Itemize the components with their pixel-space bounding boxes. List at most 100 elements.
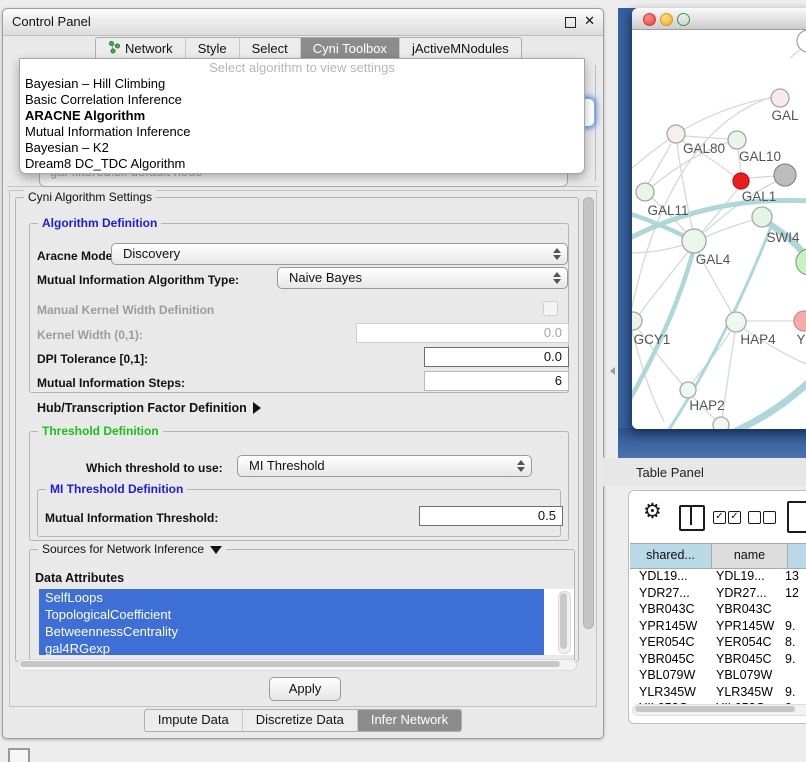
- settings-vertical-scrollbar[interactable]: [581, 195, 594, 663]
- dropdown-item[interactable]: ARACNE Algorithm: [20, 108, 584, 124]
- list-vertical-scrollbar[interactable]: [558, 591, 571, 654]
- stepper-icon: [552, 247, 560, 261]
- hub-definition-expander[interactable]: Hub/Transcription Factor Definition: [37, 401, 261, 415]
- gear-icon[interactable]: ⚙: [643, 499, 662, 524]
- tab-select[interactable]: Select: [239, 38, 300, 60]
- dropdown-item[interactable]: Basic Correlation Inference: [20, 92, 584, 108]
- tab-cyni-toolbox[interactable]: Cyni Toolbox: [300, 38, 399, 60]
- network-edge[interactable]: [639, 252, 688, 315]
- zoom-traffic-light-icon[interactable]: [677, 13, 690, 26]
- network-node-gal1[interactable]: [733, 173, 749, 189]
- network-node[interactable]: [797, 30, 806, 52]
- dropdown-item[interactable]: Bayesian – Hill Climbing: [20, 76, 584, 92]
- document-icon[interactable]: [787, 501, 806, 533]
- network-node[interactable]: [774, 164, 796, 186]
- aracne-mode-select[interactable]: Discovery: [111, 243, 568, 265]
- unchecked-checkbox-icon[interactable]: [763, 511, 776, 524]
- column-header-name[interactable]: name: [712, 544, 788, 568]
- network-edge[interactable]: [749, 176, 775, 178]
- tab-network[interactable]: Network: [96, 38, 185, 60]
- table-row[interactable]: YER054CYER054C8.: [630, 634, 806, 651]
- table-cell: [782, 667, 806, 684]
- tab-impute-data[interactable]: Impute Data: [145, 710, 242, 731]
- tab-discretize-data[interactable]: Discretize Data: [242, 710, 357, 731]
- which-threshold-select[interactable]: MI Threshold: [237, 455, 532, 477]
- dropdown-item[interactable]: Bayesian – K2: [20, 140, 584, 156]
- group-title: Cyni Algorithm Settings: [24, 190, 156, 204]
- column-header-shared-name[interactable]: shared...: [630, 544, 712, 568]
- dropdown-item[interactable]: Dream8 DC_TDC Algorithm: [20, 156, 584, 172]
- network-canvas[interactable]: GALGAL80GAL10GAL1SWI4GAL11GAL4GCY1HAP4YH…: [632, 30, 806, 429]
- data-attributes-list[interactable]: SelfLoopsTopologicalCoefficientBetweenne…: [39, 589, 574, 655]
- stepper-icon: [552, 271, 560, 285]
- column-header-clipped[interactable]: [788, 544, 806, 568]
- manual-kernel-checkbox[interactable]: [543, 301, 558, 316]
- manual-kernel-label: Manual Kernel Width Definition: [37, 303, 214, 317]
- network-node-gal[interactable]: [771, 89, 789, 107]
- minimize-traffic-light-icon[interactable]: [660, 13, 673, 26]
- network-node-swi4[interactable]: [752, 207, 772, 227]
- table-cell: YDR27...: [630, 585, 710, 602]
- close-traffic-light-icon[interactable]: [643, 13, 656, 26]
- table-row[interactable]: YBR043CYBR043C: [630, 601, 806, 618]
- apply-button[interactable]: Apply: [269, 677, 341, 701]
- tab-jactivemnodules[interactable]: jActiveMNodules: [399, 38, 521, 60]
- tab-label: Network: [125, 41, 173, 56]
- table-row[interactable]: YBR045CYBR045C9.: [630, 651, 806, 668]
- table-cell: 9.: [782, 651, 806, 668]
- network-edge[interactable]: [632, 245, 683, 253]
- split-columns-icon[interactable]: [679, 505, 705, 531]
- table-row[interactable]: YDR27...YDR27...12: [630, 585, 806, 602]
- dropdown-item[interactable]: Mutual Information Inference: [20, 124, 584, 140]
- network-node-gal11[interactable]: [636, 183, 654, 201]
- mi-type-select[interactable]: Naive Bayes: [277, 267, 568, 289]
- list-item[interactable]: SelfLoops: [39, 589, 544, 606]
- network-node[interactable]: [796, 249, 806, 275]
- mi-type-value: Naive Bayes: [289, 270, 362, 285]
- network-edge[interactable]: [632, 140, 668, 171]
- network-node-hap2[interactable]: [680, 382, 696, 398]
- settings-horizontal-scrollbar[interactable]: [17, 659, 577, 671]
- checked-checkbox-icon[interactable]: ✓: [728, 511, 741, 524]
- tab-infer-network[interactable]: Infer Network: [357, 710, 461, 731]
- table-row[interactable]: YLR345WYLR345W9.: [630, 684, 806, 701]
- network-edge[interactable]: [683, 98, 772, 130]
- group-title[interactable]: Sources for Network Inference: [38, 542, 226, 556]
- dpi-tolerance-label: DPI Tolerance [0,1]:: [37, 352, 148, 366]
- mi-steps-field[interactable]: 6: [424, 371, 569, 391]
- close-icon[interactable]: ✕: [584, 13, 595, 29]
- dpi-tolerance-field[interactable]: 0.0: [424, 347, 569, 367]
- list-item[interactable]: BetweennessCentrality: [39, 623, 544, 640]
- kernel-width-field[interactable]: 0.0: [356, 323, 569, 343]
- network-edge[interactable]: [685, 136, 728, 139]
- network-node-gcy1[interactable]: [632, 312, 642, 330]
- table-horizontal-scrollbar[interactable]: [632, 704, 806, 716]
- network-node-hap4[interactable]: [726, 312, 746, 332]
- table-row[interactable]: YPR145WYPR145W9.: [630, 618, 806, 635]
- network-edge[interactable]: [648, 144, 671, 184]
- table-panel-titlebar: Table Panel: [602, 458, 806, 486]
- unchecked-checkbox-icon[interactable]: [748, 511, 761, 524]
- checked-checkbox-icon[interactable]: ✓: [713, 511, 726, 524]
- network-icon: [108, 41, 120, 54]
- tab-style[interactable]: Style: [185, 38, 239, 60]
- network-edge-highlighted[interactable]: [736, 381, 806, 429]
- network-node-gal4[interactable]: [682, 229, 706, 253]
- table-row[interactable]: YDL19...YDL19...13: [630, 568, 806, 585]
- float-window-icon[interactable]: [565, 17, 576, 28]
- network-node-y[interactable]: [794, 311, 806, 331]
- list-item[interactable]: gal4RGexp: [39, 640, 544, 655]
- network-edge[interactable]: [705, 220, 753, 237]
- mi-threshold-label: Mutual Information Threshold:: [45, 511, 218, 525]
- minimized-panel-icon[interactable]: [8, 748, 30, 762]
- table-row[interactable]: YBL079WYBL079W: [630, 667, 806, 684]
- network-node[interactable]: [713, 417, 729, 429]
- network-node-label: GAL11: [647, 203, 688, 218]
- mi-threshold-field[interactable]: 0.5: [419, 506, 563, 526]
- network-window-titlebar[interactable]: [632, 8, 806, 30]
- table-cell: YPR145W: [710, 618, 782, 635]
- panel-resize-grip[interactable]: [610, 367, 615, 375]
- table-cell: YBR043C: [630, 601, 710, 618]
- network-node-gal10[interactable]: [728, 131, 746, 149]
- list-item[interactable]: TopologicalCoefficient: [39, 606, 544, 623]
